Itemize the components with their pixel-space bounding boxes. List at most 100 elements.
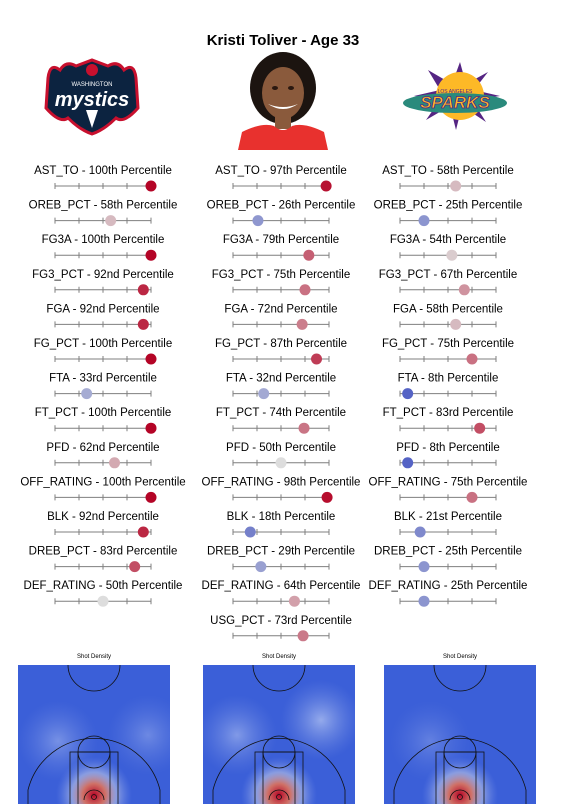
- percentile-panel-right: AST_TO - 58th Percentile OREB_PCT - 25th …: [369, 165, 528, 607]
- percentile-dot: [474, 422, 486, 434]
- percentile-dot: [109, 457, 121, 469]
- metric-label: USG_PCT - 73rd Percentile: [210, 615, 352, 627]
- metric-label: AST_TO - 97th Percentile: [215, 165, 346, 177]
- metric-label: DEF_RATING - 25th Percentile: [369, 580, 528, 592]
- mystics-logo-text: mystics: [55, 89, 130, 111]
- metric-label: FG3A - 100th Percentile: [42, 234, 165, 246]
- percentile-dot: [320, 180, 332, 192]
- percentile-dot: [297, 630, 309, 642]
- metric-label: FG3_PCT - 75th Percentile: [212, 269, 351, 281]
- metric-label: PFD - 8th Percentile: [396, 442, 500, 454]
- metric-label: OREB_PCT - 26th Percentile: [207, 200, 356, 212]
- metric-label: PFD - 50th Percentile: [226, 442, 336, 454]
- metric-label: BLK - 92nd Percentile: [47, 511, 159, 523]
- heatmap-title: Shot Density: [262, 654, 296, 660]
- percentile-dot: [97, 595, 109, 607]
- metric-label: DREB_PCT - 83rd Percentile: [29, 546, 178, 558]
- metric-label: FTA - 8th Percentile: [398, 373, 499, 385]
- metric-label: FG_PCT - 75th Percentile: [382, 338, 514, 350]
- player-photo: [228, 50, 338, 150]
- metric-label: DREB_PCT - 29th Percentile: [207, 546, 355, 558]
- metric-label: DREB_PCT - 25th Percentile: [374, 546, 522, 558]
- percentile-dot: [145, 491, 157, 503]
- percentile-dot: [252, 215, 264, 227]
- metric-label: FG3_PCT - 67th Percentile: [379, 269, 518, 281]
- density-hotspot: [203, 695, 277, 775]
- percentile-dot: [299, 284, 311, 296]
- density-hotspot: [281, 680, 355, 760]
- percentile-dot: [402, 457, 414, 469]
- metric-label: FG_PCT - 100th Percentile: [34, 338, 173, 350]
- metric-label: FG3A - 79th Percentile: [223, 234, 339, 246]
- metric-label: FT_PCT - 100th Percentile: [35, 407, 172, 419]
- metric-label: DEF_RATING - 64th Percentile: [202, 580, 361, 592]
- percentile-dot: [258, 388, 270, 400]
- percentile-panel-middle: AST_TO - 97th Percentile OREB_PCT - 26th …: [202, 165, 361, 642]
- percentile-dot: [81, 388, 93, 400]
- percentile-dot: [446, 249, 458, 261]
- percentile-dot: [466, 353, 478, 365]
- percentile-dot: [311, 353, 323, 365]
- metric-label: FT_PCT - 83rd Percentile: [383, 407, 514, 419]
- percentile-panels: AST_TO - 100th Percentile OREB_PCT - 58th…: [20, 165, 528, 642]
- percentile-dot: [418, 595, 430, 607]
- percentile-dot: [145, 180, 157, 192]
- percentile-dot: [145, 353, 157, 365]
- metric-label: DEF_RATING - 50th Percentile: [24, 580, 183, 592]
- percentile-dot: [466, 491, 478, 503]
- heatmap-left: Shot Density: [18, 654, 170, 804]
- percentile-dot: [402, 388, 414, 400]
- density-hotspot: [390, 701, 470, 781]
- percentile-dot: [145, 422, 157, 434]
- metric-label: FGA - 92nd Percentile: [46, 303, 159, 315]
- metric-label: OFF_RATING - 75th Percentile: [369, 476, 528, 488]
- metric-label: OFF_RATING - 98th Percentile: [202, 476, 361, 488]
- percentile-panel-left: AST_TO - 100th Percentile OREB_PCT - 58th…: [20, 165, 186, 607]
- metric-label: FGA - 58th Percentile: [393, 303, 503, 315]
- percentile-dot: [296, 318, 308, 330]
- sparks-logo: SPARKS LOS ANGELES: [403, 62, 507, 130]
- percentile-dot: [458, 284, 470, 296]
- percentile-dot: [288, 595, 300, 607]
- metric-label: FG3_PCT - 92nd Percentile: [32, 269, 174, 281]
- percentile-dot: [275, 457, 287, 469]
- metric-label: FGA - 72nd Percentile: [224, 303, 337, 315]
- percentile-dot: [244, 526, 256, 538]
- metric-label: OFF_RATING - 100th Percentile: [20, 476, 185, 488]
- percentile-dot: [418, 215, 430, 227]
- percentile-dot: [414, 526, 426, 538]
- mystics-logo: mystics WASHINGTON: [44, 58, 140, 136]
- percentile-dot: [298, 422, 310, 434]
- percentile-dot: [255, 561, 267, 573]
- metric-label: AST_TO - 100th Percentile: [34, 165, 172, 177]
- metric-label: OREB_PCT - 25th Percentile: [374, 200, 523, 212]
- metric-label: OREB_PCT - 58th Percentile: [29, 200, 178, 212]
- percentile-dot: [145, 249, 157, 261]
- percentile-dot: [129, 561, 141, 573]
- metric-label: AST_TO - 58th Percentile: [382, 165, 513, 177]
- metric-label: FTA - 33rd Percentile: [49, 373, 157, 385]
- heatmap-title: Shot Density: [77, 654, 111, 660]
- percentile-dot: [303, 249, 315, 261]
- percentile-dot: [450, 318, 462, 330]
- percentile-dot: [450, 180, 462, 192]
- heatmap-right: Shot Density: [384, 654, 536, 804]
- metric-label: FTA - 32nd Percentile: [226, 373, 336, 385]
- shot-density-panels: Shot Density Shot Density Shot Density: [18, 654, 536, 804]
- heatmap-title: Shot Density: [443, 654, 477, 660]
- percentile-dot: [418, 561, 430, 573]
- metric-label: BLK - 18th Percentile: [227, 511, 336, 523]
- heatmap-middle: Shot Density: [203, 654, 355, 804]
- percentile-dot: [321, 491, 333, 503]
- metric-label: PFD - 62nd Percentile: [46, 442, 159, 454]
- metric-label: FG3A - 54th Percentile: [390, 234, 506, 246]
- percentile-dot: [137, 318, 149, 330]
- metric-label: FT_PCT - 74th Percentile: [216, 407, 346, 419]
- metric-label: FG_PCT - 87th Percentile: [215, 338, 347, 350]
- sparks-logo-text: SPARKS: [420, 93, 490, 112]
- sparks-logo-small-text: LOS ANGELES: [438, 89, 473, 95]
- figure-canvas: mystics WASHINGTON SPARKS LOS ANGELES AS…: [18, 50, 536, 804]
- density-hotspot: [18, 701, 98, 781]
- percentile-dot: [137, 284, 149, 296]
- percentile-dot: [105, 215, 117, 227]
